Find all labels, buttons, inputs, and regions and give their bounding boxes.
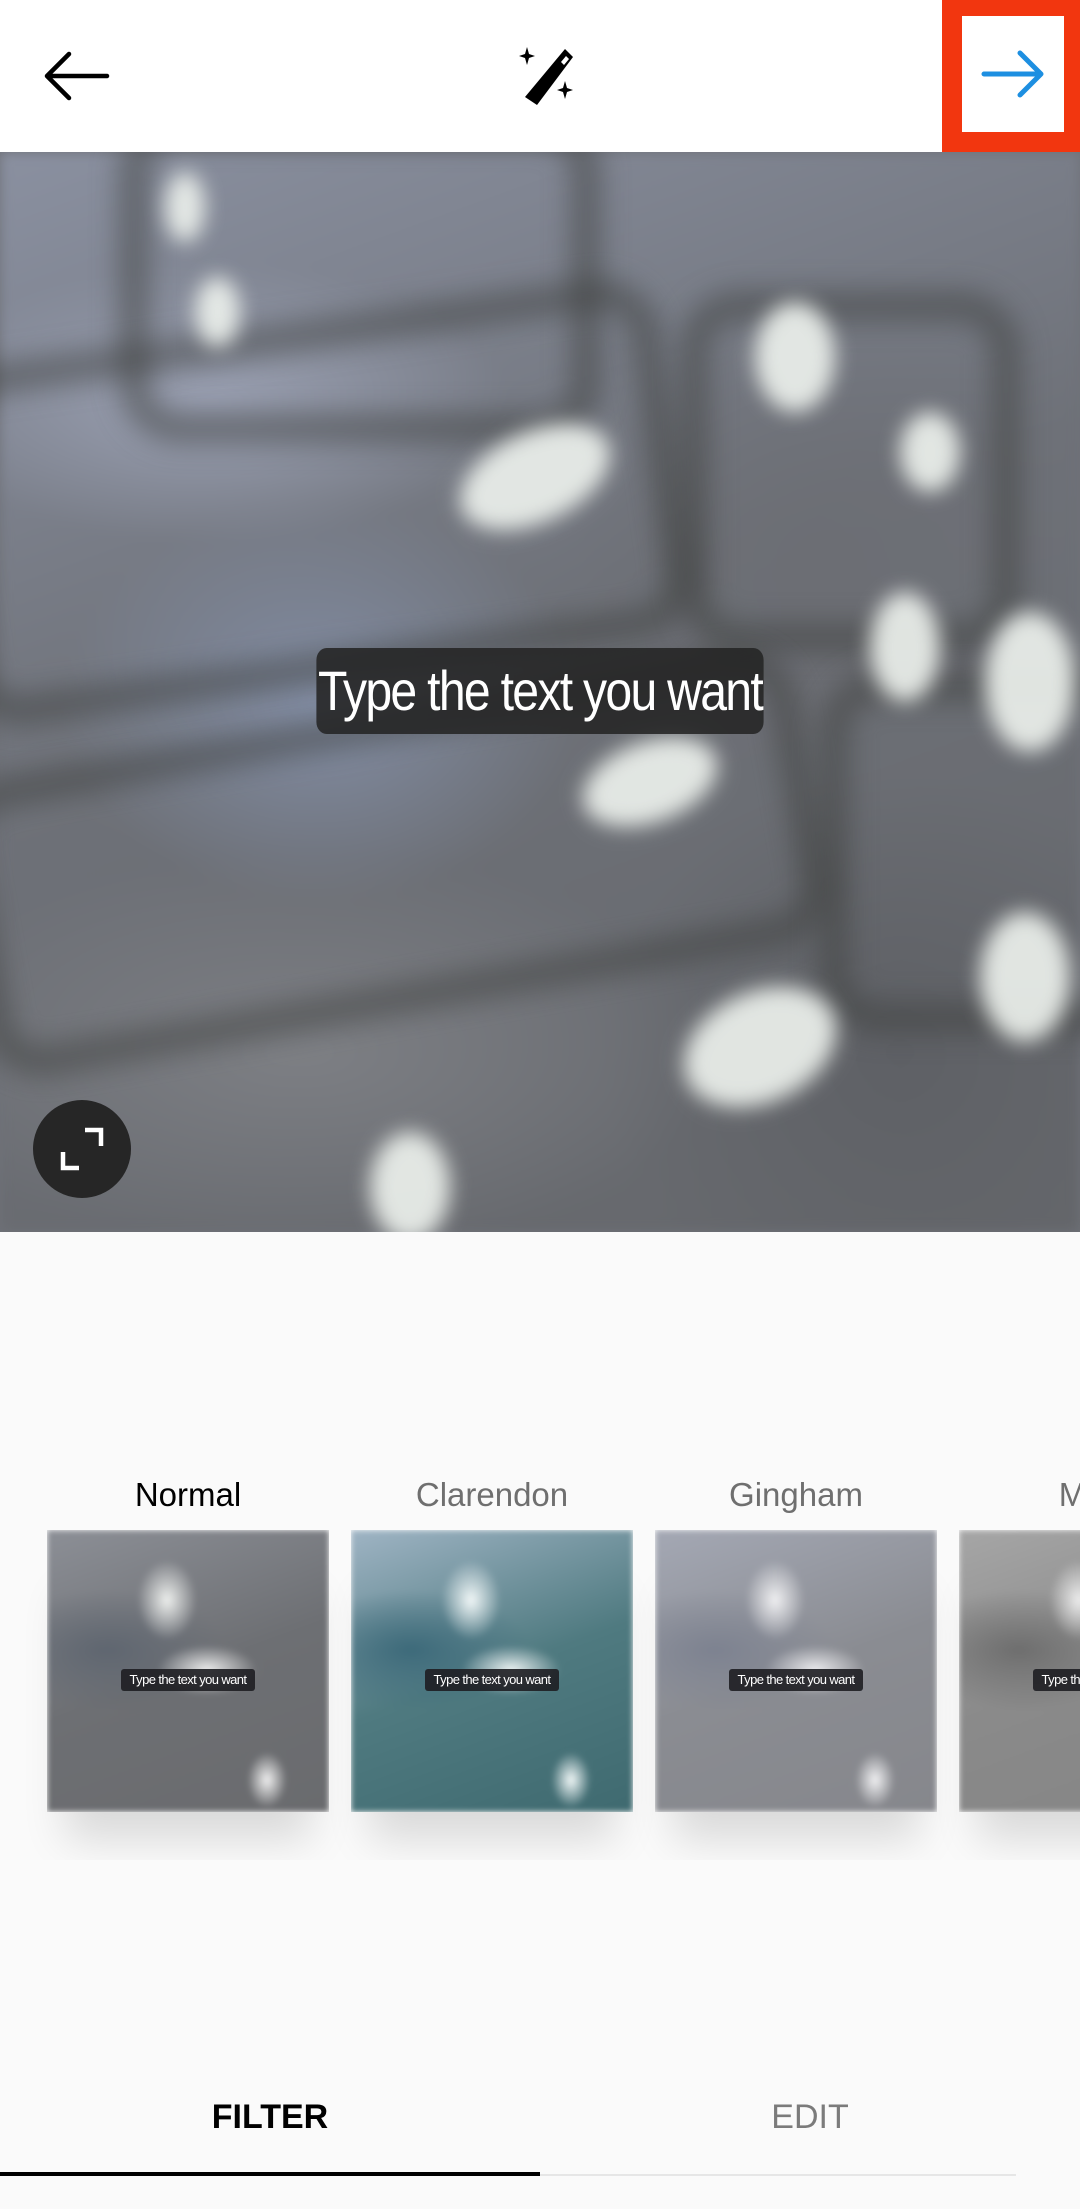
- filter-thumbnail: Type the text you want: [655, 1530, 937, 1812]
- active-tab-indicator: [0, 2172, 540, 2176]
- photo-highlight: [195, 277, 240, 347]
- photo-preview[interactable]: Type the text you want: [0, 152, 1080, 1232]
- filter-normal[interactable]: Normal Type the text you want: [47, 1460, 329, 1812]
- expand-button[interactable]: [33, 1100, 131, 1198]
- thumbnail-caption: Type the text you want: [425, 1669, 559, 1691]
- filter-clarendon[interactable]: Clarendon Type the text you want: [351, 1460, 633, 1812]
- photo-key-shape: [680, 292, 1020, 652]
- photo-highlight: [165, 172, 205, 242]
- thumbnail-caption: Type the text you want: [121, 1669, 255, 1691]
- filter-thumbnail: Type the text you want: [47, 1530, 329, 1812]
- arrow-left-icon: [44, 51, 110, 101]
- expand-icon: [60, 1127, 104, 1171]
- filter-thumbnail: Type the text you want: [959, 1530, 1080, 1812]
- magic-wand-button[interactable]: [498, 24, 602, 128]
- filter-gingham[interactable]: Gingham Type the text you want: [655, 1460, 937, 1812]
- top-bar: [0, 0, 1080, 152]
- filter-label: Clarendon: [415, 1476, 569, 1513]
- bottom-tabs: FILTER EDIT: [0, 2078, 1080, 2172]
- photo-highlight: [985, 612, 1075, 752]
- filter-carousel[interactable]: Normal Type the text you want Clarendon …: [0, 1460, 1080, 1860]
- filter-label: Gingham: [729, 1476, 863, 1513]
- photo-highlight: [370, 1132, 450, 1232]
- arrow-right-icon: [981, 50, 1044, 98]
- filter-thumbnail: Type the text you want: [351, 1530, 633, 1812]
- photo-highlight: [980, 912, 1070, 1042]
- filter-label: Normal: [134, 1476, 242, 1513]
- photo-highlight: [755, 302, 835, 412]
- filter-label: Moon: [1058, 1476, 1080, 1513]
- photo-highlight: [870, 592, 940, 702]
- back-button[interactable]: [24, 24, 128, 128]
- magic-wand-icon: [519, 47, 573, 105]
- text-sticker[interactable]: Type the text you want: [316, 648, 764, 734]
- tab-divider: [540, 2174, 1016, 2176]
- thumbnail-caption: Type the text you want: [1033, 1669, 1080, 1691]
- thumbnail-caption: Type the text you want: [729, 1669, 863, 1691]
- filter-moon[interactable]: Moon Type the text you want: [959, 1460, 1080, 1812]
- tab-edit[interactable]: EDIT: [540, 2078, 1080, 2172]
- next-button[interactable]: [962, 16, 1064, 132]
- tab-filter[interactable]: FILTER: [0, 2078, 540, 2172]
- photo-highlight: [900, 412, 960, 492]
